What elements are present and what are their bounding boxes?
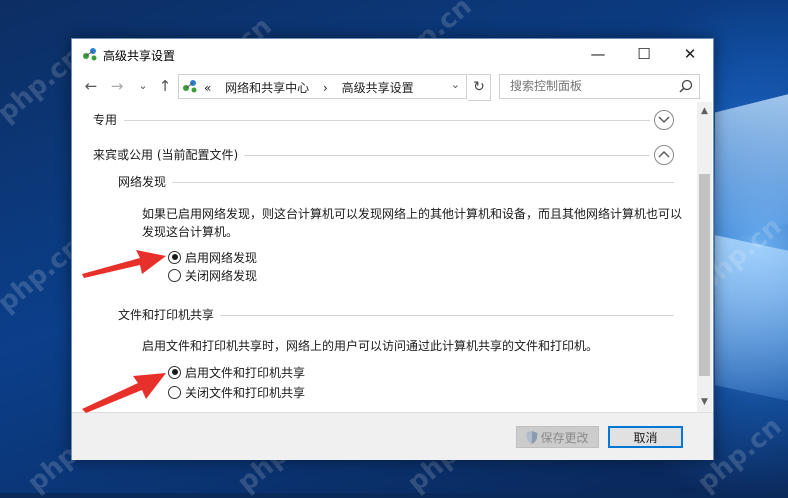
radio-label[interactable]: 启用网络发现 <box>185 249 257 266</box>
network-discovery-on-radio[interactable]: 启用网络发现 <box>168 248 257 266</box>
save-button-label[interactable]: 保存更改 <box>540 429 588 446</box>
dialog-footer: 保存更改 取消 <box>72 412 713 460</box>
up-arrow-icon[interactable]: ↑ <box>156 76 174 96</box>
network-icon <box>83 48 97 61</box>
desktop-light-beam <box>715 235 788 415</box>
window-title: 高级共享设置 <box>103 49 176 63</box>
address-bar[interactable]: « 网络和共享中心 › 高级共享设置 ⌄ <box>178 74 467 99</box>
scroll-up-arrow-icon[interactable]: ▲ <box>697 104 712 118</box>
scrollbar-thumb[interactable] <box>699 174 710 376</box>
network-icon <box>183 80 197 93</box>
save-changes-button[interactable]: 保存更改 <box>516 426 599 448</box>
file-printer-sharing-description: 启用文件和打印机共享时，网络上的用户可以访问通过此计算机共享的文件和打印机。 <box>142 339 599 353</box>
private-profile-label[interactable]: 专用 <box>93 111 117 128</box>
search-input[interactable] <box>508 78 672 94</box>
breadcrumb: « 网络和共享中心 › 高级共享设置 <box>204 79 424 96</box>
file-printer-sharing-heading: 文件和打印机共享 <box>118 308 215 322</box>
desktop-light-beam <box>715 77 788 243</box>
radio-label[interactable]: 启用文件和打印机共享 <box>185 364 305 381</box>
address-dropdown-icon[interactable]: ⌄ <box>451 78 460 91</box>
radio-label[interactable]: 关闭文件和打印机共享 <box>185 384 305 401</box>
divider <box>220 315 674 316</box>
recent-locations-chevron-icon[interactable]: ⌄ <box>134 76 152 96</box>
network-discovery-off-radio[interactable]: 关闭网络发现 <box>168 266 257 284</box>
cancel-button[interactable]: 取消 <box>608 426 683 448</box>
close-button[interactable]: ✕ <box>667 39 713 69</box>
forward-arrow-icon[interactable]: → <box>108 76 126 96</box>
guest-public-profile-label[interactable]: 来宾或公用 (当前配置文件) <box>93 146 238 163</box>
search-box[interactable] <box>499 74 700 99</box>
divider <box>124 120 650 121</box>
network-discovery-heading: 网络发现 <box>118 175 167 189</box>
title-bar[interactable]: 高级共享设置 — ☐ ✕ <box>72 39 713 69</box>
back-arrow-icon[interactable]: ← <box>82 76 100 96</box>
divider <box>172 182 674 183</box>
file-sharing-off-radio[interactable]: 关闭文件和打印机共享 <box>168 383 305 401</box>
minimize-button[interactable]: — <box>575 39 621 69</box>
radio-button-selected[interactable] <box>168 250 181 264</box>
collapse-chevron-up-icon[interactable] <box>654 145 674 165</box>
radio-button[interactable] <box>168 385 181 399</box>
search-icon[interactable] <box>679 79 693 93</box>
refresh-icon[interactable]: ↻ <box>468 74 491 101</box>
radio-button[interactable] <box>168 268 181 282</box>
breadcrumb-advanced-sharing[interactable]: 高级共享设置 <box>342 81 414 95</box>
radio-label[interactable]: 关闭网络发现 <box>185 267 257 284</box>
settings-content: 专用 来宾或公用 (当前配置文件) 网络发现 如果已启用网络发现，则这台计算机可… <box>72 102 696 412</box>
radio-button-selected[interactable] <box>168 365 181 379</box>
scroll-down-arrow-icon[interactable]: ▼ <box>697 395 712 409</box>
advanced-sharing-window: 高级共享设置 — ☐ ✕ ← → ⌄ ↑ « 网络和共享中心 › 高级共享设置 … <box>71 38 714 460</box>
file-sharing-on-radio[interactable]: 启用文件和打印机共享 <box>168 363 305 381</box>
breadcrumb-separator-icon[interactable]: › <box>323 81 328 95</box>
breadcrumb-network-center[interactable]: 网络和共享中心 <box>225 81 309 95</box>
uac-shield-icon <box>526 430 538 444</box>
network-discovery-description: 如果已启用网络发现，则这台计算机可以发现网络上的其他计算机和设备，而且其他网络计… <box>142 207 683 239</box>
vertical-scrollbar[interactable]: ▲ ▼ <box>697 102 712 412</box>
divider <box>244 155 650 156</box>
maximize-button[interactable]: ☐ <box>621 39 667 69</box>
expand-chevron-down-icon[interactable] <box>654 110 674 130</box>
address-row: ← → ⌄ ↑ « 网络和共享中心 › 高级共享设置 ⌄ ↻ <box>72 72 713 102</box>
breadcrumb-overflow-icon[interactable]: « <box>204 81 211 95</box>
